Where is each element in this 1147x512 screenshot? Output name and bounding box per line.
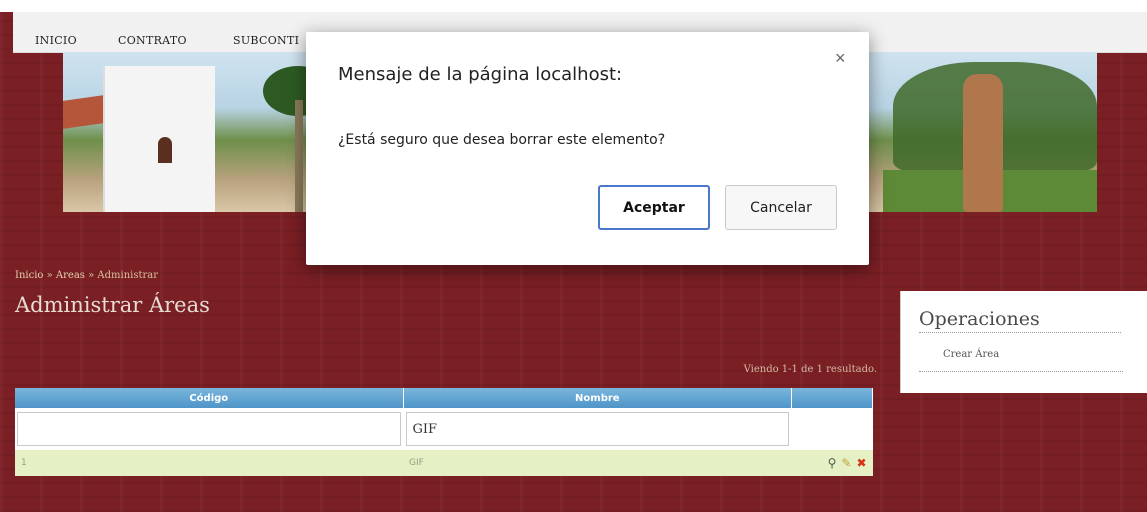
breadcrumb: Inicio » Areas » Administrar [15,270,158,281]
areas-grid: Código Nombre 1 GIF ⚲ ✎ ✖ [15,388,873,476]
menu-item-subcontratos[interactable]: SUBCONTI [233,34,299,47]
codigo-filter-input[interactable] [17,412,401,446]
table-row: 1 GIF ⚲ ✎ ✖ [15,450,873,476]
divider [919,371,1123,372]
create-area-link[interactable]: Crear Área [943,349,999,360]
breadcrumb-areas-link[interactable]: Areas [56,270,85,281]
grid-header-row: Código Nombre [15,388,873,408]
breadcrumb-separator: » [43,270,56,281]
nombre-filter-input[interactable] [405,412,790,446]
breadcrumb-home-link[interactable]: Inicio [15,270,43,281]
view-icon[interactable]: ⚲ [828,456,837,470]
delete-icon[interactable]: ✖ [856,456,866,470]
edit-icon[interactable]: ✎ [841,456,851,470]
dialog-title: Mensaje de la página localhost: [338,64,623,85]
cell-codigo: 1 [15,450,404,476]
column-header-nombre[interactable]: Nombre [403,388,793,408]
operations-sidebar: Operaciones Crear Área [900,291,1147,393]
grid-filter-row [15,408,873,450]
menu-item-inicio[interactable]: INICIO [35,34,77,47]
cell-nombre: GIF [403,450,792,476]
close-icon[interactable]: × [835,48,846,69]
accept-button[interactable]: Aceptar [598,185,710,230]
top-strip [0,0,1147,12]
column-header-codigo[interactable]: Código [15,388,404,408]
menu-item-contrato[interactable]: CONTRATO [118,34,187,47]
results-summary: Viendo 1-1 de 1 resultado. [743,364,877,375]
column-header-actions [791,388,873,408]
dialog-message: ¿Está seguro que desea borrar este eleme… [338,132,666,148]
row-actions: ⚲ ✎ ✖ [791,450,873,476]
page-title: Administrar Áreas [15,293,210,317]
operations-title: Operaciones [919,308,1121,333]
breadcrumb-current: Administrar [97,270,159,281]
breadcrumb-separator: » [84,270,98,281]
confirm-dialog: Mensaje de la página localhost: × ¿Está … [306,32,869,265]
cancel-button[interactable]: Cancelar [725,185,837,230]
